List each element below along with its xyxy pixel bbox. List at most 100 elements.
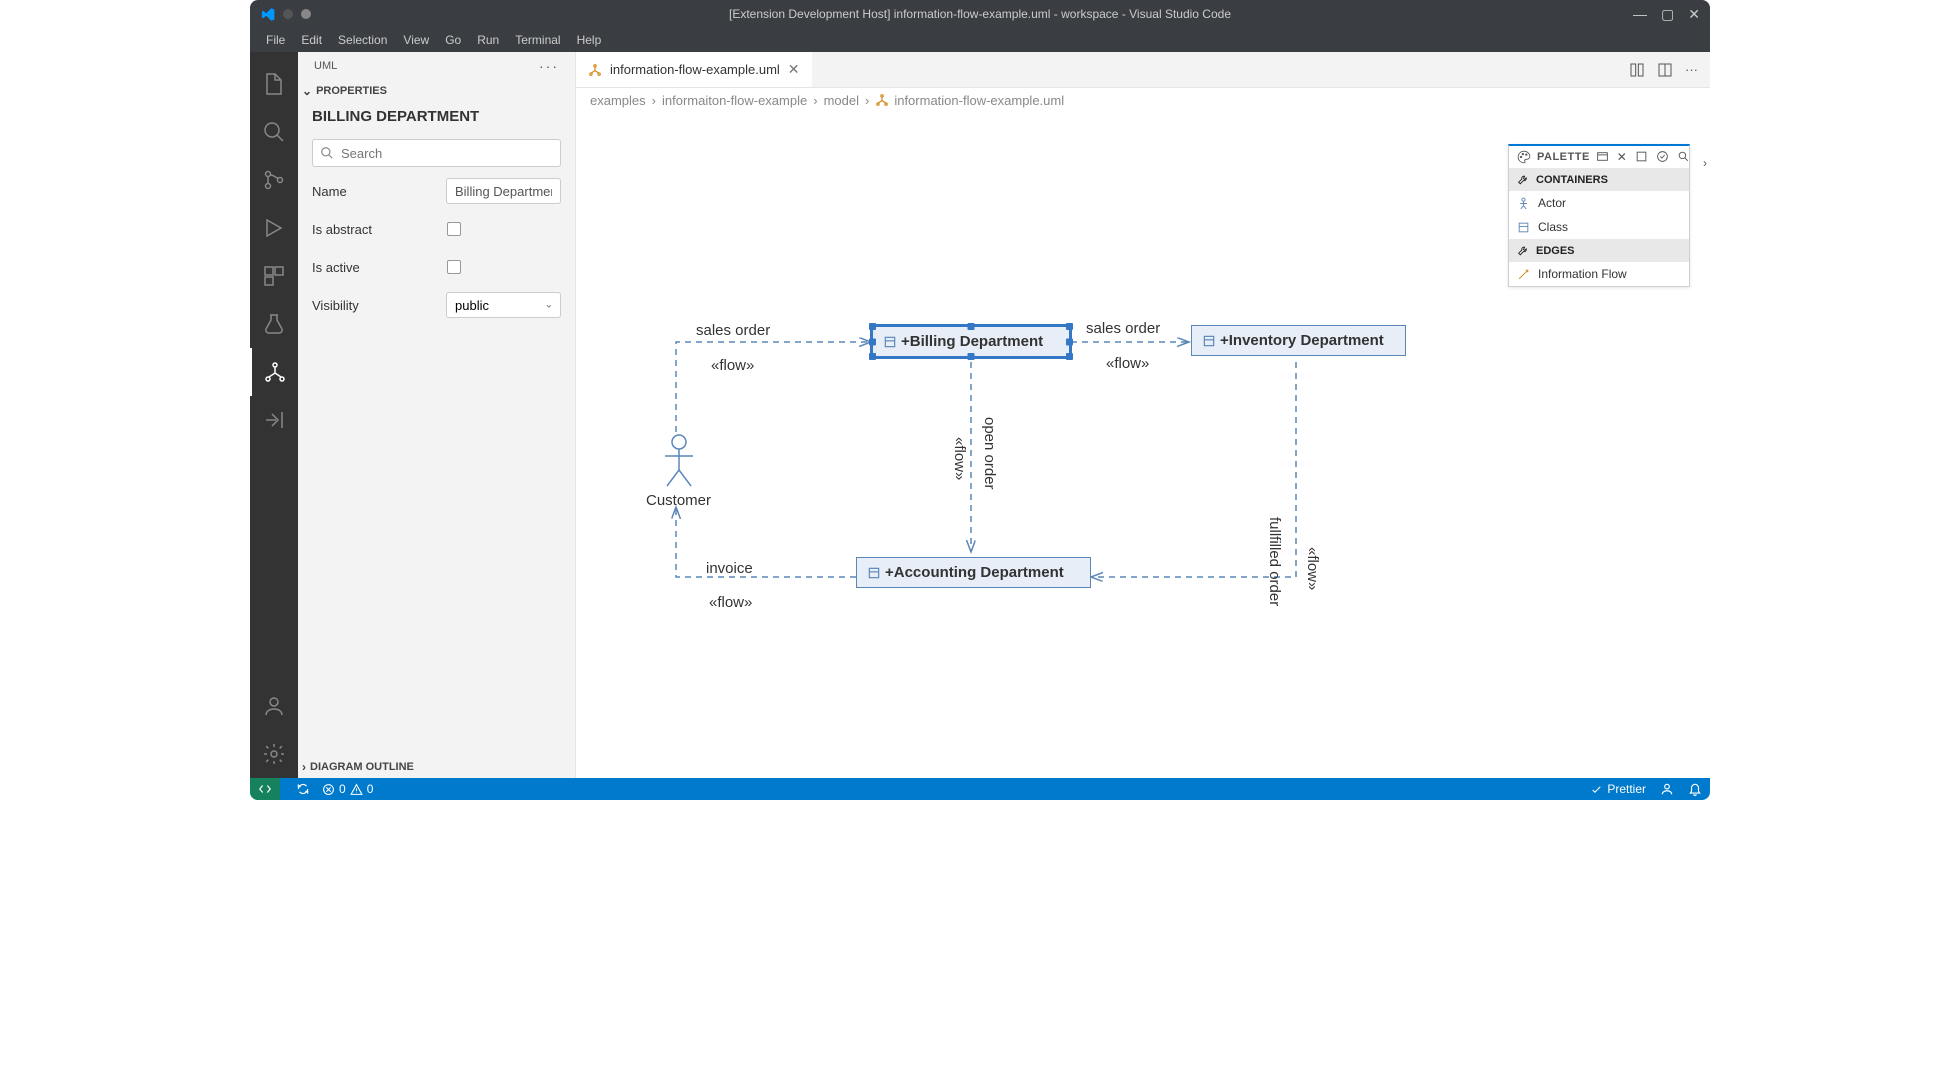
wrench-icon — [1517, 244, 1530, 257]
abstract-checkbox[interactable] — [447, 222, 461, 236]
tab-label: information-flow-example.uml — [610, 62, 780, 77]
palette-section-edges[interactable]: EDGES — [1509, 239, 1689, 262]
menu-terminal[interactable]: Terminal — [507, 31, 568, 49]
flow-stereotype: «flow» — [951, 437, 968, 480]
feedback-icon[interactable] — [1660, 782, 1674, 796]
palette-item-information-flow[interactable]: Information Flow — [1509, 262, 1689, 286]
editor: information-flow-example.uml ✕ ··· examp… — [576, 52, 1710, 778]
menubar: File Edit Selection View Go Run Terminal… — [250, 28, 1710, 52]
menu-view[interactable]: View — [395, 31, 437, 49]
palette-icon — [1517, 150, 1531, 164]
menu-run[interactable]: Run — [469, 31, 507, 49]
actor-icon — [659, 432, 699, 488]
visibility-select[interactable] — [446, 292, 561, 318]
menu-file[interactable]: File — [258, 31, 293, 49]
breadcrumbs: examples › informaiton-flow-example › mo… — [576, 88, 1710, 112]
class-icon — [883, 335, 897, 349]
abstract-label: Is abstract — [312, 222, 372, 237]
breadcrumb-file[interactable]: information-flow-example.uml — [875, 93, 1064, 108]
bell-icon[interactable] — [1688, 782, 1702, 796]
palette-item-actor[interactable]: Actor — [1509, 191, 1689, 215]
close-icon[interactable]: ✕ — [1617, 150, 1627, 164]
uml-class-inventory[interactable]: +Inventory Department — [1191, 325, 1406, 356]
palette: PALETTE ✕ CONTAINERS — [1508, 144, 1690, 287]
close-icon[interactable]: ✕ — [788, 61, 800, 78]
chevron-right-icon: › — [652, 93, 656, 108]
activitybar — [250, 52, 298, 778]
sync-icon[interactable] — [296, 782, 310, 796]
active-checkbox[interactable] — [447, 260, 461, 274]
window-dot-icon — [301, 9, 311, 19]
search-input[interactable] — [312, 139, 561, 167]
flow-label: invoice — [706, 560, 753, 577]
live-share-icon[interactable] — [250, 396, 298, 444]
breadcrumb[interactable]: informaiton-flow-example — [662, 93, 807, 108]
more-icon[interactable]: ··· — [539, 58, 559, 74]
chevron-down-icon: ⌄ — [302, 84, 312, 98]
chevron-right-icon[interactable]: › — [1703, 156, 1707, 170]
palette-section-containers[interactable]: CONTAINERS — [1509, 168, 1689, 191]
uml-actor-customer[interactable]: Customer — [646, 432, 711, 509]
resize-handle[interactable] — [869, 353, 876, 360]
flow-icon — [1517, 268, 1530, 281]
testing-icon[interactable] — [250, 300, 298, 348]
uml-class-billing[interactable]: +Billing Department — [871, 325, 1071, 358]
section-outline[interactable]: › DIAGRAM OUTLINE — [298, 756, 575, 778]
statusbar: 0 0 Prettier — [250, 778, 1710, 800]
window-title: [Extension Development Host] information… — [729, 7, 1231, 21]
active-label: Is active — [312, 260, 360, 275]
prettier-status[interactable]: Prettier — [1590, 782, 1646, 796]
flow-stereotype: «flow» — [711, 357, 754, 374]
maximize-icon[interactable]: ▢ — [1661, 6, 1674, 23]
palette-title: PALETTE — [1537, 151, 1590, 163]
sidebar-title: UML — [314, 60, 337, 72]
search-icon[interactable] — [250, 108, 298, 156]
run-debug-icon[interactable] — [250, 204, 298, 252]
diagram-canvas[interactable]: sales order «flow» sales order «flow» op… — [576, 112, 1710, 778]
palette-tool-icon[interactable] — [1596, 150, 1609, 164]
class-icon — [1202, 334, 1216, 348]
fit-icon[interactable] — [1635, 150, 1648, 164]
compare-icon[interactable] — [1629, 62, 1645, 78]
remote-icon[interactable] — [250, 778, 280, 800]
actor-label: Customer — [646, 492, 711, 509]
property-title: BILLING DEPARTMENT — [312, 108, 561, 125]
uml-icon[interactable] — [250, 348, 298, 396]
name-field[interactable] — [446, 178, 561, 204]
menu-go[interactable]: Go — [437, 31, 469, 49]
gear-icon[interactable] — [250, 730, 298, 778]
breadcrumb[interactable]: examples — [590, 93, 646, 108]
resize-handle[interactable] — [968, 353, 975, 360]
explorer-icon[interactable] — [250, 60, 298, 108]
chevron-right-icon: › — [302, 760, 306, 774]
resize-handle[interactable] — [1066, 353, 1073, 360]
resize-handle[interactable] — [968, 323, 975, 330]
section-properties[interactable]: ⌄ PROPERTIES — [298, 80, 575, 102]
menu-edit[interactable]: Edit — [293, 31, 330, 49]
more-icon[interactable]: ··· — [1685, 62, 1698, 77]
validate-icon[interactable] — [1656, 150, 1669, 164]
menu-help[interactable]: Help — [569, 31, 610, 49]
accounts-icon[interactable] — [250, 682, 298, 730]
resize-handle[interactable] — [869, 323, 876, 330]
resize-handle[interactable] — [1066, 323, 1073, 330]
resize-handle[interactable] — [1066, 338, 1073, 345]
search-icon[interactable] — [1677, 150, 1690, 164]
errors-warnings[interactable]: 0 0 — [322, 782, 373, 796]
resize-handle[interactable] — [869, 338, 876, 345]
tab-active[interactable]: information-flow-example.uml ✕ — [576, 52, 812, 87]
window-dot-icon — [283, 9, 293, 19]
flow-stereotype: «flow» — [1106, 355, 1149, 372]
menu-selection[interactable]: Selection — [330, 31, 395, 49]
breadcrumb[interactable]: model — [824, 93, 859, 108]
palette-item-class[interactable]: Class — [1509, 215, 1689, 239]
uml-file-icon — [588, 63, 602, 77]
titlebar: [Extension Development Host] information… — [250, 0, 1710, 28]
close-icon[interactable]: ✕ — [1688, 6, 1700, 23]
flow-label: sales order — [696, 322, 770, 339]
extensions-icon[interactable] — [250, 252, 298, 300]
minimize-icon[interactable]: — — [1633, 6, 1647, 23]
source-control-icon[interactable] — [250, 156, 298, 204]
uml-class-accounting[interactable]: +Accounting Department — [856, 557, 1091, 588]
split-editor-icon[interactable] — [1657, 62, 1673, 78]
